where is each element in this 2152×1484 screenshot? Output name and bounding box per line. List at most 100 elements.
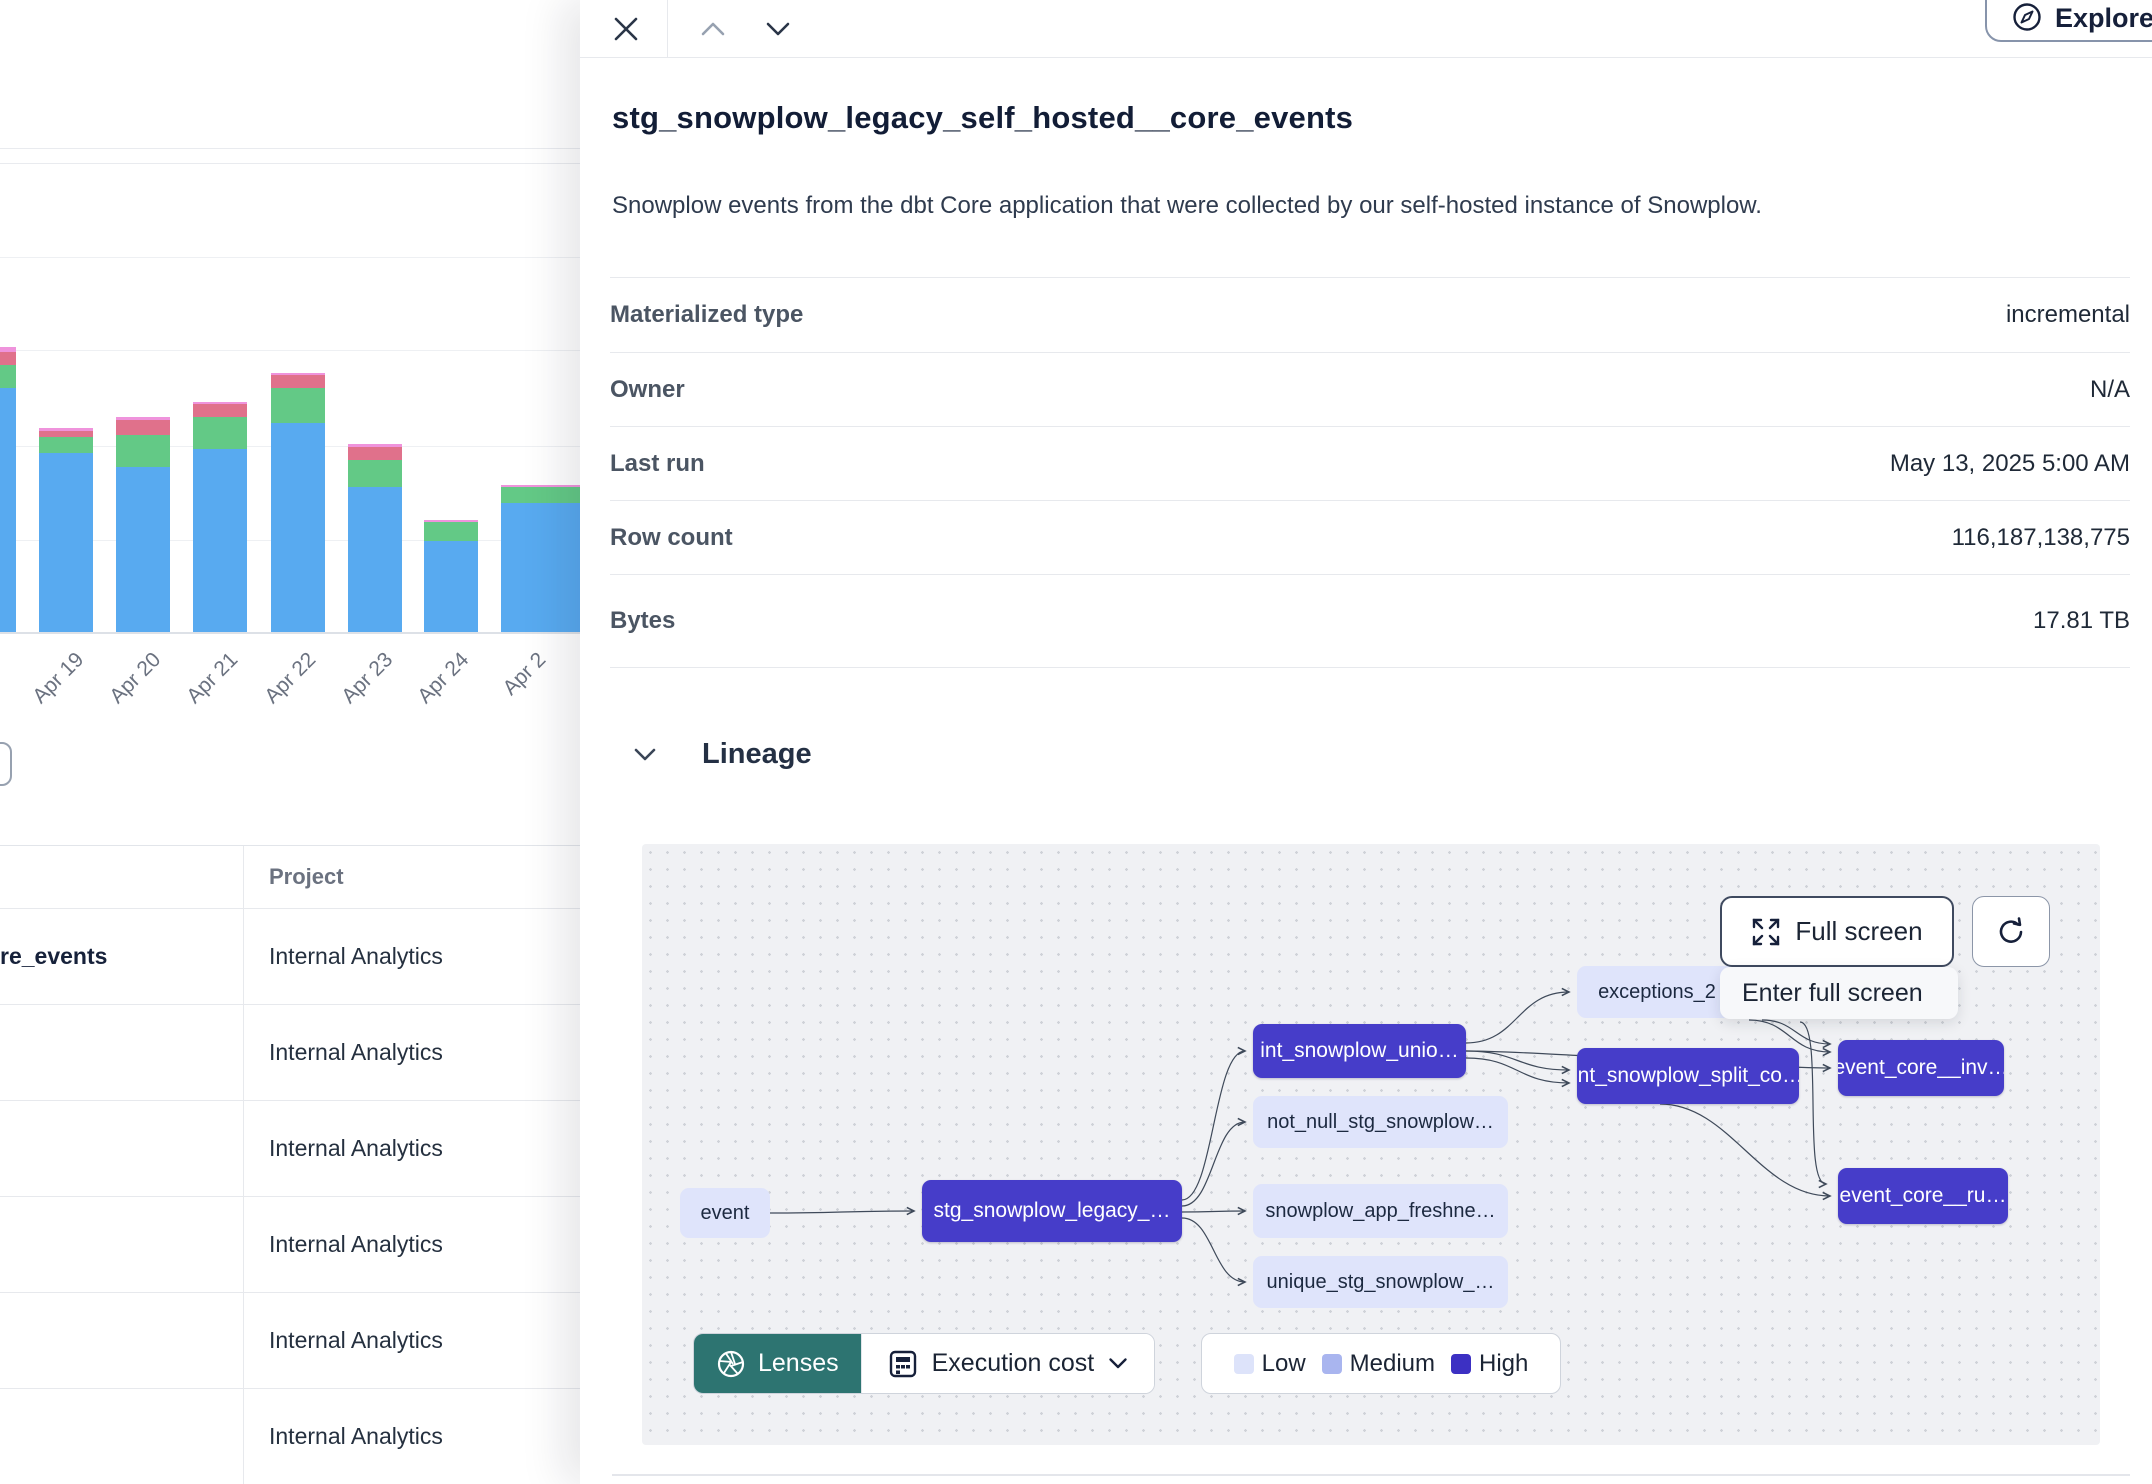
execution-cost-dropdown[interactable]: Execution cost [861, 1334, 1155, 1393]
lineage-canvas[interactable]: event stg_snowplow_legacy_… int_snowplow_u… [642, 844, 2100, 1445]
model-description: Snowplow events from the dbt Core applic… [612, 192, 2120, 220]
metadata-label: Last run [610, 450, 705, 478]
clipped-filter-button[interactable] [0, 742, 12, 786]
bar-segment-blue [116, 467, 170, 632]
screen: Apr 19Apr 20Apr 21Apr 22Apr 23Apr 24Apr … [0, 0, 2152, 1484]
project-cell: Internal Analytics [269, 1005, 443, 1100]
metadata-value: 116,187,138,775 [1952, 524, 2130, 552]
calculator-icon [888, 1349, 918, 1379]
lineage-section-header[interactable]: Lineage [632, 738, 812, 771]
project-cell: Internal Analytics [269, 1293, 443, 1388]
bar-segment-blue [271, 423, 325, 632]
bar-Apr 22 [271, 373, 325, 633]
bar-segment-blue [0, 388, 16, 632]
lenses-label: Lenses [758, 1349, 839, 1378]
chevron-up-icon [700, 21, 726, 37]
lineage-node-not_null[interactable]: not_null_stg_snowplow… [1253, 1096, 1508, 1148]
bar-Apr 19 [39, 428, 93, 632]
explore-button[interactable]: Explore [1985, 0, 2152, 42]
chart-card-top-border [0, 163, 580, 164]
lineage-node-app[interactable]: snowplow_app_freshne… [1253, 1184, 1508, 1238]
project-cell: Internal Analytics [269, 1197, 443, 1292]
x-tick-label: Apr 20 [78, 648, 166, 736]
gridline [0, 257, 580, 258]
lineage-edge [1182, 1211, 1245, 1212]
bar-segment-blue [193, 449, 247, 632]
metadata-row-owner: OwnerN/A [610, 353, 2130, 427]
bar-segment-green [0, 365, 16, 388]
bar-segment-blue [501, 503, 585, 632]
x-tick-label: Apr 22 [233, 648, 321, 736]
table-row[interactable]: Internal Analytics [0, 1388, 580, 1484]
fullscreen-button[interactable]: Full screen [1720, 896, 1954, 967]
chevron-down-icon [765, 21, 791, 37]
chart-x-axis [0, 632, 580, 634]
lineage-node-stg[interactable]: stg_snowplow_legacy_… [922, 1180, 1182, 1242]
table-row[interactable]: Internal Analytics [0, 1292, 580, 1388]
bar-segment-red [193, 404, 247, 417]
lineage-node-split[interactable]: int_snowplow_split_co… [1577, 1048, 1799, 1104]
bar-segment-red [116, 420, 170, 436]
lineage-node-ru[interactable]: event_core__ru… [1838, 1168, 2008, 1224]
bar-segment-red [271, 375, 325, 388]
lineage-edge [1182, 1218, 1245, 1282]
x-tick-label: Apr 23 [310, 648, 398, 736]
legend-label: High [1479, 1350, 1528, 1378]
models-table: Project re_eventsInternal AnalyticsInter… [0, 845, 580, 1484]
table-row[interactable]: re_eventsInternal Analytics [0, 908, 580, 1004]
explore-label: Explore [2055, 3, 2152, 33]
lineage-node-unio[interactable]: int_snowplow_unio… [1253, 1024, 1466, 1078]
lenses-button[interactable]: Lenses [694, 1334, 861, 1393]
table-header-project: Project [269, 846, 344, 908]
lineage-node-inv[interactable]: event_core__inv… [1838, 1040, 2004, 1096]
metadata-label: Bytes [610, 607, 675, 635]
expand-icon [1751, 917, 1781, 947]
legend-swatch [1451, 1354, 1471, 1374]
legend-item-medium: Medium [1322, 1350, 1435, 1378]
bar-Apr 20 [116, 417, 170, 632]
metadata-label: Materialized type [610, 301, 803, 329]
bar-Apr 24 [424, 520, 478, 633]
next-item-button[interactable] [758, 0, 798, 58]
metadata-value: N/A [2090, 376, 2130, 404]
project-cell: Internal Analytics [269, 1101, 443, 1196]
cost-legend: Low Medium High [1201, 1333, 1561, 1394]
metadata-row-bytes: Bytes17.81 TB [610, 575, 2130, 668]
refresh-icon [1994, 915, 2028, 949]
x-tick-label: Apr 21 [155, 648, 243, 736]
lenses-control: Lenses Execution cost [693, 1333, 1155, 1394]
model-name-title: stg_snowplow_legacy_self_hosted__core_ev… [612, 100, 1353, 136]
metadata-value: incremental [2006, 301, 2130, 329]
table-row[interactable]: Internal Analytics [0, 1004, 580, 1100]
legend-swatch [1322, 1354, 1342, 1374]
legend-label: Medium [1350, 1350, 1435, 1378]
previous-item-button[interactable] [693, 0, 733, 58]
legend-item-low: Low [1234, 1350, 1306, 1378]
lineage-node-unique[interactable]: unique_stg_snowplow_… [1253, 1256, 1508, 1308]
refresh-lineage-button[interactable] [1972, 896, 2050, 967]
bar-segment-green [271, 388, 325, 423]
legend-swatch [1234, 1354, 1254, 1374]
compass-icon [2011, 1, 2043, 33]
model-name-cell: re_events [0, 909, 107, 1004]
x-tick-label: Apr 2 [463, 648, 551, 736]
lineage-node-event[interactable]: event [680, 1188, 770, 1238]
lineage-edge [1660, 1104, 1830, 1196]
topbar-divider [667, 0, 668, 58]
x-tick-label: Apr 19 [1, 648, 89, 736]
lens-aperture-icon [716, 1349, 746, 1379]
legend-label: Low [1262, 1350, 1306, 1378]
table-row[interactable]: Internal Analytics [0, 1196, 580, 1292]
bar-segment-green [501, 487, 585, 503]
bar-Apr 2 [501, 485, 585, 632]
background-divider [0, 148, 580, 149]
close-button[interactable] [606, 0, 646, 58]
metadata-row-last-run: Last runMay 13, 2025 5:00 AM [610, 427, 2130, 501]
lineage-edge [1466, 1058, 1569, 1083]
bar-segment-green [424, 522, 478, 541]
table-row[interactable]: Internal Analytics [0, 1100, 580, 1196]
metadata-list: Materialized typeincrementalOwnerN/ALast… [610, 277, 2130, 668]
bar-Apr 23 [348, 444, 402, 632]
dropdown-chevron-icon [1108, 1357, 1128, 1370]
lineage-node-exceptions[interactable]: exceptions_2 [1577, 966, 1737, 1018]
